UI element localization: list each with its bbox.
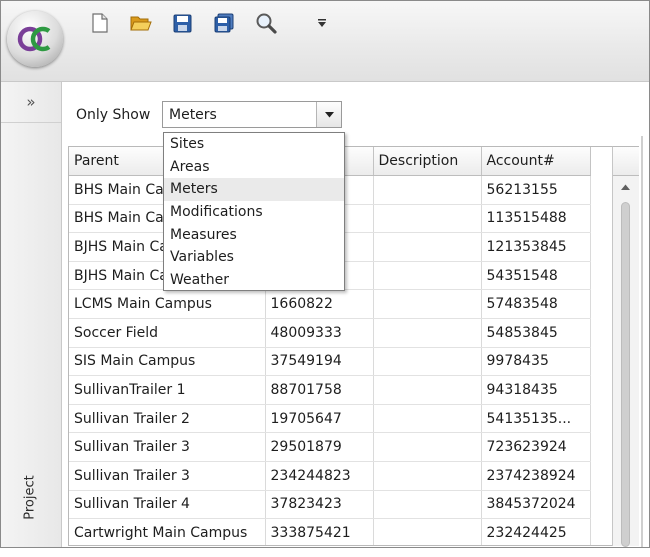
table-cell[interactable]: 37549194: [265, 347, 374, 377]
table-cell[interactable]: 723623924: [481, 432, 591, 462]
table-cell[interactable]: 232424425: [481, 518, 591, 545]
only-show-dropdown-button[interactable]: [316, 102, 341, 127]
table-cell[interactable]: 113515488: [481, 204, 591, 234]
project-tab-label: Project: [22, 474, 38, 520]
dropdown-option[interactable]: Areas: [164, 156, 344, 179]
application-menu-button[interactable]: [7, 11, 63, 67]
new-document-icon: [92, 13, 108, 33]
table-cell[interactable]: 1660822: [265, 289, 374, 319]
save-icon: [173, 14, 191, 32]
table-cell[interactable]: 234244823: [265, 461, 374, 491]
table-cell[interactable]: 54351548: [481, 261, 591, 291]
dropdown-option[interactable]: Weather: [164, 269, 344, 292]
table-cell[interactable]: [373, 461, 482, 491]
table-cell[interactable]: [373, 289, 482, 319]
table-row[interactable]: Sullivan Trailer 3 29501879 723623924: [69, 432, 591, 462]
table-cell[interactable]: SIS Main Campus: [69, 347, 266, 377]
table-cell[interactable]: LCMS Main Campus: [69, 289, 266, 319]
open-folder-icon: [130, 16, 152, 31]
save-all-button[interactable]: [211, 10, 237, 36]
table-cell[interactable]: [373, 232, 482, 262]
table-cell[interactable]: 2374238924: [481, 461, 591, 491]
table-cell[interactable]: [373, 261, 482, 291]
table-cell[interactable]: Sullivan Trailer 2: [69, 404, 266, 434]
table-cell[interactable]: 333875421: [265, 518, 374, 545]
search-icon: [256, 13, 277, 34]
only-show-label: Only Show: [76, 107, 151, 123]
customize-toolbar-icon: [318, 19, 326, 27]
table-cell[interactable]: [373, 375, 482, 405]
table-cell[interactable]: 88701758: [265, 375, 374, 405]
only-show-selected-value: Meters: [169, 107, 217, 123]
table-cell[interactable]: SullivanTrailer 1: [69, 375, 266, 405]
scroll-up-icon[interactable]: [621, 184, 630, 190]
table-row[interactable]: Sullivan Trailer 4 37823423 3845372024: [69, 490, 591, 520]
table-cell[interactable]: [373, 347, 482, 377]
table-cell[interactable]: [373, 318, 482, 348]
table-row[interactable]: LCMS Main Campus 1660822 57483548: [69, 289, 591, 319]
navigation-pane: » Project: [1, 82, 62, 547]
panel-splitter[interactable]: [641, 136, 643, 547]
dropdown-option[interactable]: Meters: [164, 178, 344, 202]
table-cell[interactable]: [373, 204, 482, 234]
table-row[interactable]: Sullivan Trailer 3 234244823 2374238924: [69, 461, 591, 491]
table-cell[interactable]: Sullivan Trailer 3: [69, 432, 266, 462]
search-button[interactable]: [253, 10, 279, 36]
app-window: » Project Only Show Meters Parent Descri…: [0, 0, 650, 548]
dropdown-option[interactable]: Variables: [164, 246, 344, 269]
project-tab[interactable]: Project: [15, 437, 45, 557]
table-cell[interactable]: 54135135...: [481, 404, 591, 434]
table-cell[interactable]: 48009333: [265, 318, 374, 348]
table-cell[interactable]: [373, 175, 482, 205]
scrollbar-thumb[interactable]: [621, 202, 630, 547]
dropdown-option[interactable]: Modifications: [164, 201, 344, 224]
table-cell[interactable]: [373, 490, 482, 520]
table-cell[interactable]: Cartwright Main Campus: [69, 518, 266, 545]
table-cell[interactable]: 94318435: [481, 375, 591, 405]
column-header-account[interactable]: Account#: [481, 147, 591, 176]
only-show-dropdown-list: Sites Areas Meters Modifications Measures Var…: [163, 132, 345, 291]
customize-toolbar-button[interactable]: [310, 10, 334, 36]
save-all-icon: [214, 13, 233, 33]
table-cell[interactable]: 57483548: [481, 289, 591, 319]
table-cell[interactable]: [373, 404, 482, 434]
open-button[interactable]: [128, 10, 154, 36]
ribbon-toolbar: [1, 1, 649, 82]
dropdown-option[interactable]: Measures: [164, 224, 344, 247]
main-content: Only Show Meters Parent Description Acco…: [62, 82, 649, 547]
table-cell[interactable]: 29501879: [265, 432, 374, 462]
table-cell[interactable]: 19705647: [265, 404, 374, 434]
table-cell[interactable]: Sullivan Trailer 4: [69, 490, 266, 520]
app-logo-icon: [17, 26, 51, 52]
table-cell[interactable]: Sullivan Trailer 3: [69, 461, 266, 491]
double-chevron-right-icon: »: [26, 93, 36, 111]
table-cell[interactable]: 3845372024: [481, 490, 591, 520]
save-button[interactable]: [169, 10, 195, 36]
column-header-description[interactable]: Description: [373, 147, 482, 176]
table-cell[interactable]: [373, 432, 482, 462]
table-cell[interactable]: Soccer Field: [69, 318, 266, 348]
table-row[interactable]: Soccer Field 48009333 54853845: [69, 318, 591, 348]
table-cell[interactable]: [373, 518, 482, 545]
table-row[interactable]: Sullivan Trailer 2 19705647 54135135...: [69, 404, 591, 434]
table-cell[interactable]: 9978435: [481, 347, 591, 377]
table-cell[interactable]: 56213155: [481, 175, 591, 205]
table-cell[interactable]: 54853845: [481, 318, 591, 348]
expand-pane-button[interactable]: »: [1, 82, 61, 123]
table-row[interactable]: SullivanTrailer 1 88701758 94318435: [69, 375, 591, 405]
vertical-scrollbar[interactable]: [612, 146, 639, 547]
dropdown-option[interactable]: Sites: [164, 133, 344, 156]
new-button[interactable]: [87, 10, 113, 36]
scrollbar-header-spacer: [613, 147, 639, 176]
table-row[interactable]: Cartwright Main Campus 333875421 232424425: [69, 518, 591, 545]
triangle-down-icon: [324, 111, 334, 117]
table-cell[interactable]: 37823423: [265, 490, 374, 520]
table-cell[interactable]: 121353845: [481, 232, 591, 262]
table-row[interactable]: SIS Main Campus 37549194 9978435: [69, 347, 591, 377]
only-show-combobox[interactable]: Meters: [162, 101, 342, 128]
